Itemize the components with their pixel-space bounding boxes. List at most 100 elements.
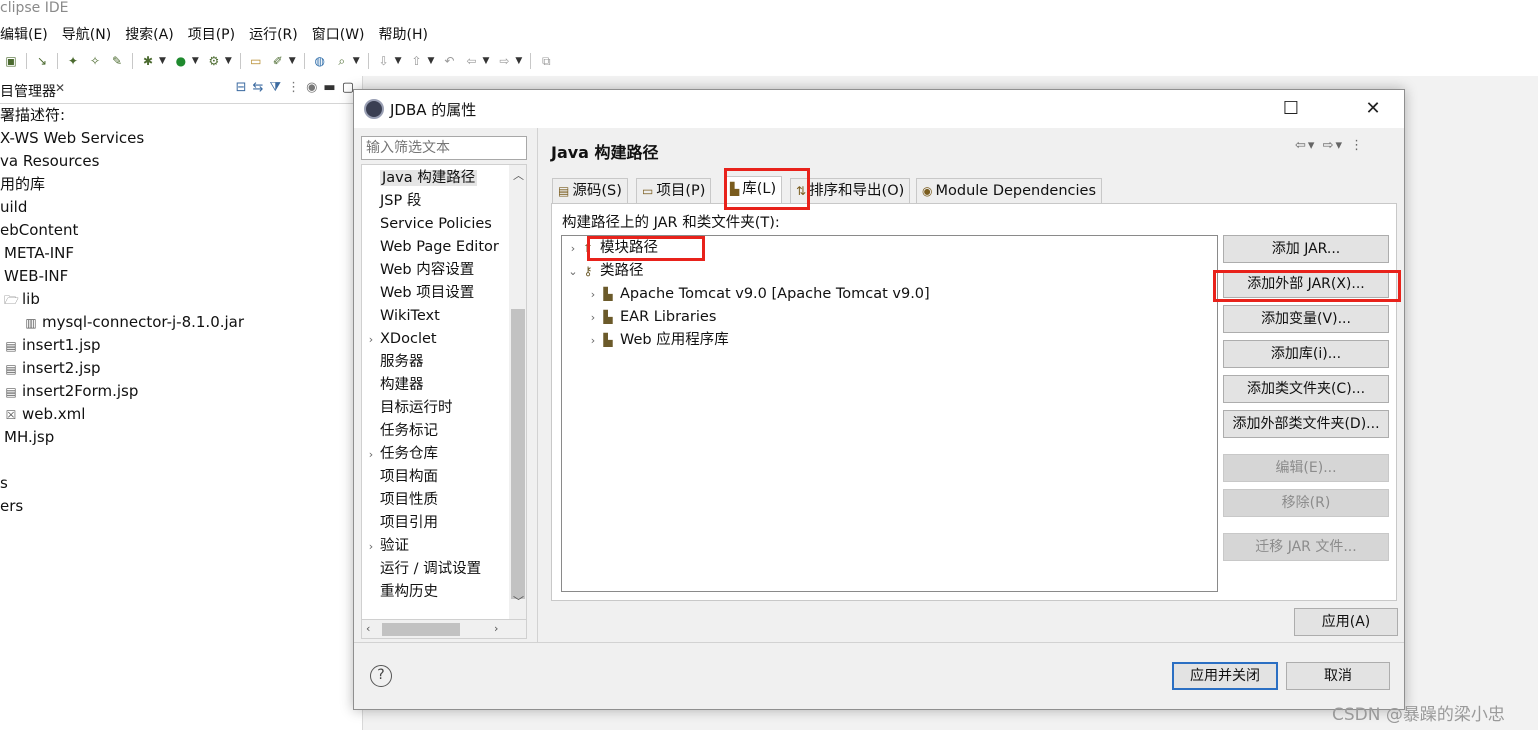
menu-project[interactable]: 项目(P)	[188, 24, 235, 44]
nav-item[interactable]: 重构历史	[362, 581, 508, 604]
search-icon[interactable]: ⌕	[334, 53, 350, 69]
prev-annotation-icon[interactable]: ⇧	[409, 53, 425, 69]
menu-search[interactable]: 搜索(A)	[125, 24, 174, 44]
tree-item[interactable]: META-INF	[4, 242, 74, 264]
tab-module-dependencies[interactable]: ◉ Module Dependencies	[916, 178, 1103, 203]
scrollbar-thumb[interactable]	[382, 623, 460, 636]
menu-navigate[interactable]: 导航(N)	[62, 24, 111, 44]
nav-item[interactable]: 构建器	[362, 374, 508, 397]
new-package-icon[interactable]: ✦	[65, 53, 81, 69]
chevron-right-icon[interactable]: ›	[362, 328, 380, 351]
close-button[interactable]: ✕	[1350, 90, 1396, 128]
chevron-right-icon[interactable]: ›	[362, 443, 380, 466]
nav-item[interactable]: Java 构建路径	[362, 167, 508, 190]
maximize-button[interactable]: ☐	[1268, 90, 1314, 128]
forward-dropdown-icon[interactable]: ▾	[1335, 138, 1344, 153]
tree-item[interactable]: ▤ insert2.jsp	[4, 357, 100, 379]
add-variable-button[interactable]: 添加变量(V)...	[1223, 305, 1389, 333]
scroll-left-icon[interactable]: ‹	[366, 622, 370, 635]
nav-item[interactable]: › 验证	[362, 535, 508, 558]
tree-item[interactable]: ▤ insert1.jsp	[4, 334, 100, 356]
nav-item[interactable]: 目标运行时	[362, 397, 508, 420]
open-type-icon[interactable]: ✐	[270, 53, 286, 69]
nav-item[interactable]: 服务器	[362, 351, 508, 374]
save-icon[interactable]: ▣	[3, 53, 19, 69]
tree-item[interactable]: va Resources	[0, 150, 99, 172]
apply-button[interactable]: 应用(A)	[1294, 608, 1398, 636]
tree-item[interactable]: WEB-INF	[4, 265, 68, 287]
tree-item[interactable]: ebContent	[0, 219, 78, 241]
add-class-folder-button[interactable]: 添加类文件夹(C)...	[1223, 375, 1389, 403]
last-edit-icon[interactable]: ↶	[441, 53, 457, 69]
tree-item[interactable]: ☒ web.xml	[4, 403, 86, 425]
chevron-right-icon[interactable]: ›	[586, 283, 600, 306]
project-explorer-title[interactable]: 目管理器	[0, 81, 56, 101]
nav-item[interactable]: Web Page Editor	[362, 236, 508, 259]
chevron-right-icon[interactable]: ›	[586, 306, 600, 329]
tree-item[interactable]: MH.jsp	[4, 426, 54, 448]
chevron-right-icon[interactable]: ›	[362, 535, 380, 558]
tab-libraries[interactable]: ▙ 库(L)	[724, 176, 783, 203]
new-file-icon[interactable]: ✎	[109, 53, 125, 69]
menu-run[interactable]: 运行(R)	[249, 24, 298, 44]
add-library-button[interactable]: 添加库(i)...	[1223, 340, 1389, 368]
nav-item[interactable]: Web 内容设置	[362, 259, 508, 282]
forward-icon[interactable]: ⇨	[496, 53, 512, 69]
back-icon[interactable]: ⇦	[463, 53, 479, 69]
nav-item[interactable]: WikiText	[362, 305, 508, 328]
tree-item[interactable]: ers	[0, 495, 23, 517]
help-icon[interactable]: ?	[370, 665, 392, 687]
add-external-jar-button[interactable]: 添加外部 JAR(X)...	[1223, 270, 1389, 298]
tab-order-export[interactable]: ⇅ 排序和导出(O)	[790, 178, 911, 203]
nav-item[interactable]: Service Policies	[362, 213, 508, 236]
collapse-all-icon[interactable]: ⊟	[236, 80, 247, 95]
tree-item[interactable]: 🗁 lib	[4, 288, 40, 310]
prev-annotation-dropdown-icon[interactable]: ▼	[428, 56, 435, 66]
tab-source[interactable]: ▤ 源码(S)	[552, 178, 628, 203]
globe-icon[interactable]: ◍	[312, 53, 328, 69]
next-annotation-dropdown-icon[interactable]: ▼	[395, 56, 402, 66]
nav-item[interactable]: 任务标记	[362, 420, 508, 443]
nav-item[interactable]: › 任务仓库	[362, 443, 508, 466]
view-menu-icon[interactable]: ⋮	[287, 80, 300, 95]
tree-item-modulepath[interactable]: › ⇧ 模块路径	[566, 237, 658, 260]
tab-projects[interactable]: ▭ 项目(P)	[636, 178, 712, 203]
skip-breakpoints-icon[interactable]: ↘	[34, 53, 50, 69]
pane-divider[interactable]	[537, 128, 538, 642]
tree-item[interactable]: X-WS Web Services	[0, 127, 144, 149]
menu-window[interactable]: 窗口(W)	[312, 24, 365, 44]
new-class-icon[interactable]: ✧	[87, 53, 103, 69]
back-dropdown-icon[interactable]: ▼	[482, 56, 489, 66]
apply-and-close-button[interactable]: 应用并关闭	[1172, 662, 1278, 690]
external-tools-icon[interactable]: ⚙	[206, 53, 222, 69]
back-icon[interactable]: ⇦	[1295, 138, 1308, 153]
run-icon[interactable]: ●	[173, 53, 189, 69]
link-with-editor-icon[interactable]: ⇆	[253, 80, 264, 95]
pin-editor-icon[interactable]: ⧉	[538, 53, 554, 69]
chevron-down-icon[interactable]: ⌄	[566, 260, 580, 283]
external-tools-dropdown-icon[interactable]: ▼	[225, 56, 232, 66]
horizontal-scrollbar[interactable]: ‹ ›	[361, 619, 527, 639]
add-jar-button[interactable]: 添加 JAR...	[1223, 235, 1389, 263]
nav-item[interactable]: Web 项目设置	[362, 282, 508, 305]
debug-dropdown-icon[interactable]: ▼	[159, 56, 166, 66]
back-dropdown-icon[interactable]: ▾	[1308, 138, 1317, 153]
migrate-jar-button[interactable]: 迁移 JAR 文件...	[1223, 533, 1389, 561]
scroll-right-icon[interactable]: ›	[494, 622, 498, 635]
focus-icon[interactable]: ◉	[306, 80, 317, 95]
next-annotation-icon[interactable]: ⇩	[376, 53, 392, 69]
nav-item[interactable]: 运行 / 调试设置	[362, 558, 508, 581]
vertical-scrollbar[interactable]: ︿ ﹀	[509, 165, 526, 637]
run-dropdown-icon[interactable]: ▼	[192, 56, 199, 66]
forward-icon[interactable]: ⇨	[1323, 138, 1336, 153]
tree-item[interactable]: 用的库	[0, 173, 45, 195]
search-dropdown-icon[interactable]: ▼	[353, 56, 360, 66]
chevron-right-icon[interactable]: ›	[586, 329, 600, 352]
menu-edit[interactable]: 编辑(E)	[0, 24, 48, 44]
open-type-dropdown-icon[interactable]: ▼	[289, 56, 296, 66]
view-menu-icon[interactable]: ⋮	[1350, 138, 1365, 153]
edit-button[interactable]: 编辑(E)...	[1223, 454, 1389, 482]
remove-button[interactable]: 移除(R)	[1223, 489, 1389, 517]
close-icon[interactable]: ✕	[55, 81, 65, 95]
scrollbar-thumb[interactable]	[511, 309, 525, 599]
